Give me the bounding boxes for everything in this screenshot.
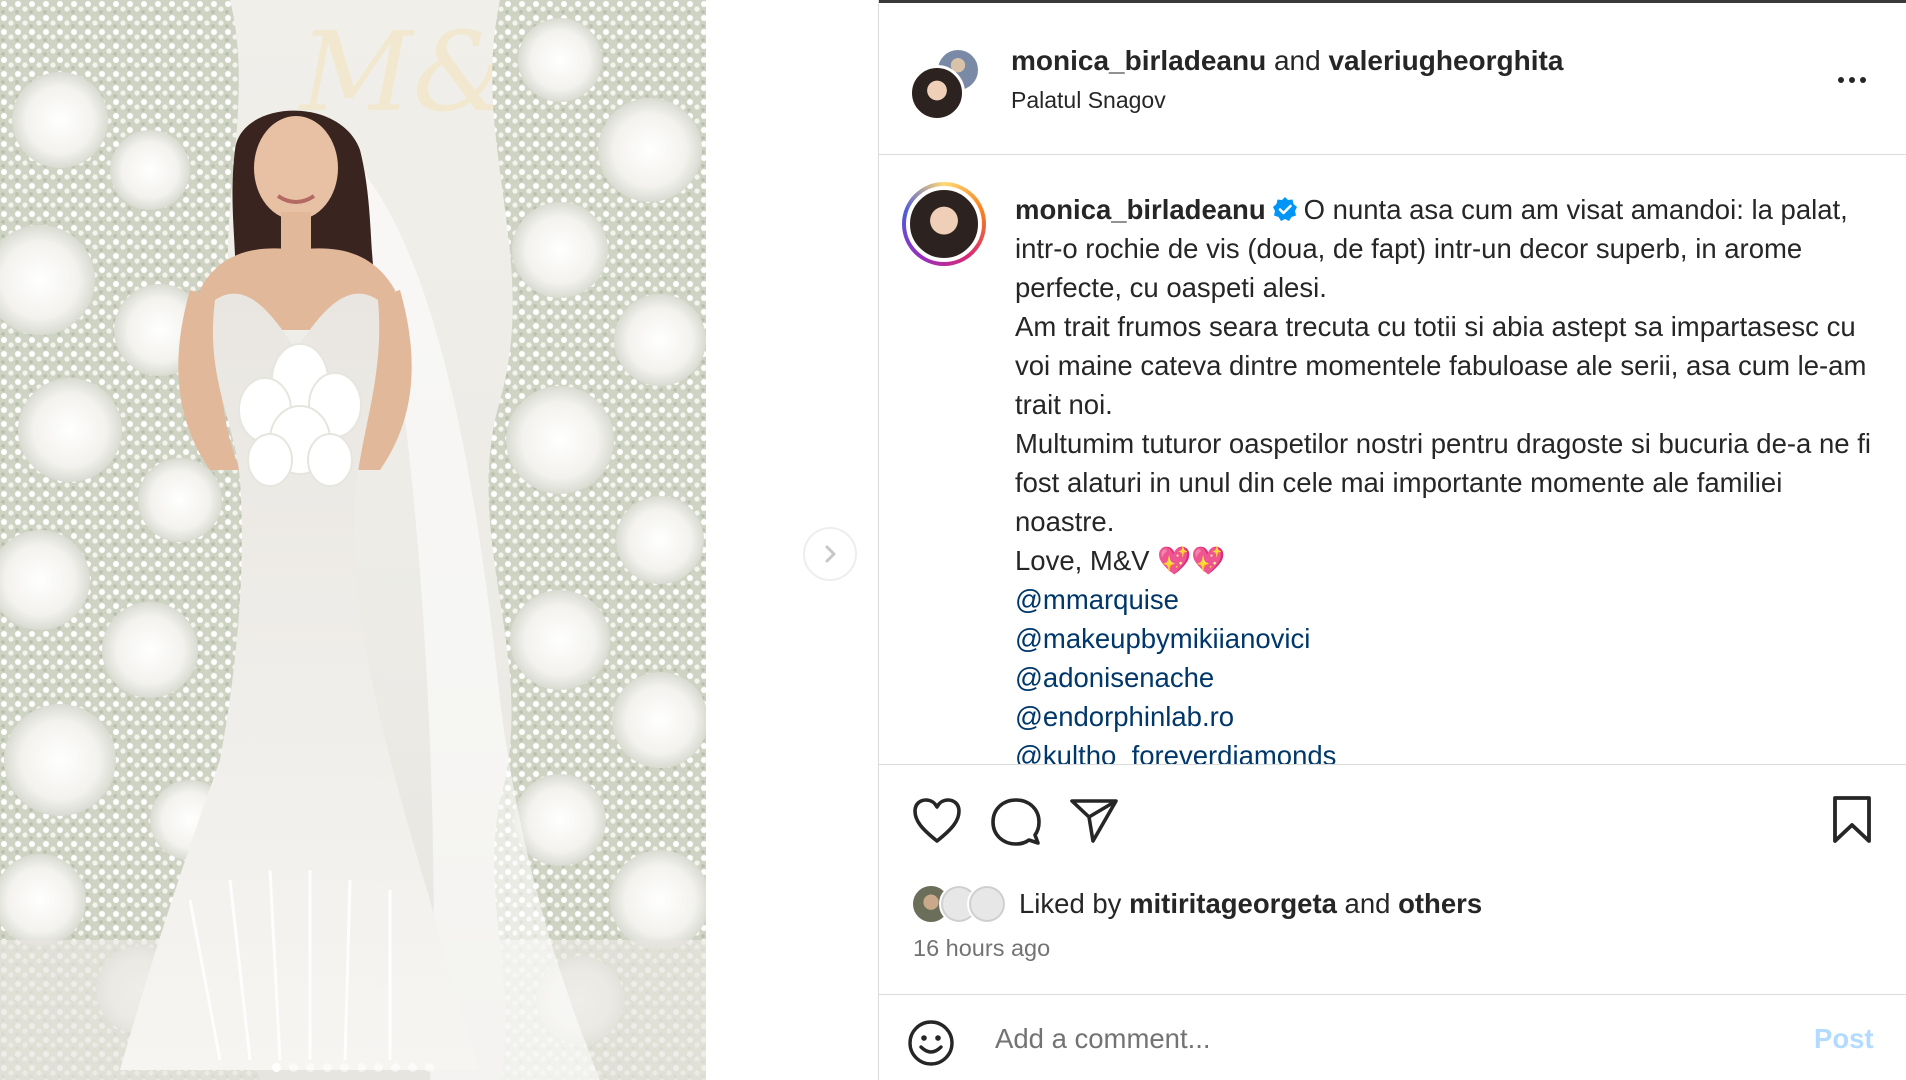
likes-prefix: Liked by — [1019, 888, 1122, 919]
like-heart-icon — [913, 798, 961, 843]
post-actions-section: Liked by mitiritageorgeta and others 16 … — [879, 764, 1906, 1080]
instagram-post-modal: M&V monica_birladeanu and valeriugheorgh… — [0, 0, 1906, 1080]
likes-joiner: and — [1344, 888, 1391, 919]
mention-link[interactable]: @makeupbymikiianovici — [1015, 619, 1875, 658]
carousel-dot — [408, 1063, 417, 1072]
caption-author-avatar[interactable] — [902, 182, 986, 266]
caption-paragraph: Multumim tuturor oaspetilor nostri pentr… — [1015, 428, 1871, 537]
add-comment-row: Post — [879, 994, 1906, 1080]
post-side-panel: monica_birladeanu and valeriugheorghita … — [878, 0, 1906, 1080]
post-comment-button[interactable]: Post — [1814, 1023, 1874, 1055]
caption-author-username[interactable]: monica_birladeanu — [1015, 194, 1266, 225]
caption-scroll-area[interactable]: monica_birladeanu O nunta asa cum am vis… — [879, 156, 1906, 764]
next-slide-button[interactable] — [803, 527, 857, 581]
like-button[interactable] — [912, 797, 962, 850]
liker-username-link[interactable]: mitiritageorgeta — [1129, 888, 1337, 919]
verified-badge-icon — [1272, 197, 1297, 221]
emoji-icon — [908, 1020, 954, 1066]
post-timestamp[interactable]: 16 hours ago — [913, 935, 1050, 962]
carousel-dot — [425, 1063, 434, 1072]
more-icon — [1838, 77, 1844, 83]
mention-link[interactable]: @mmarquise — [1015, 580, 1875, 619]
carousel-dot — [323, 1063, 332, 1072]
mention-link[interactable]: @endorphinlab.ro — [1015, 697, 1875, 736]
caption-first-paragraph: monica_birladeanu O nunta asa cum am vis… — [1015, 190, 1875, 307]
comment-button[interactable] — [991, 797, 1041, 852]
share-icon — [1070, 799, 1118, 843]
collaborator-username-link[interactable]: valeriugheorghita — [1328, 45, 1563, 76]
comment-input[interactable] — [995, 1023, 1755, 1055]
mention-link[interactable]: @kultho_foreverdiamonds — [1015, 736, 1875, 764]
post-caption: monica_birladeanu O nunta asa cum am vis… — [1015, 190, 1875, 764]
location-link[interactable]: Palatul Snagov — [1011, 87, 1166, 114]
emoji-button[interactable] — [907, 1019, 955, 1072]
likes-text: Liked by mitiritageorgeta and others — [1019, 888, 1482, 920]
comment-icon — [991, 798, 1041, 846]
carousel-dot — [306, 1063, 315, 1072]
carousel-dot — [391, 1063, 400, 1072]
carousel-dot — [357, 1063, 366, 1072]
post-photo[interactable]: M&V — [0, 0, 706, 1080]
share-button[interactable] — [1069, 797, 1119, 850]
carousel-dot — [340, 1063, 349, 1072]
liker-avatar[interactable] — [967, 884, 1007, 924]
header-usernames: monica_birladeanu and valeriugheorghita — [1011, 45, 1563, 77]
save-button[interactable] — [1830, 795, 1874, 850]
author-avatar[interactable] — [909, 65, 965, 121]
chevron-right-icon — [825, 545, 836, 563]
carousel-dot — [374, 1063, 383, 1072]
author-username-link[interactable]: monica_birladeanu — [1011, 45, 1266, 76]
wedding-photo-illustration: M&V — [0, 0, 706, 1080]
save-bookmark-icon — [1833, 796, 1871, 843]
caption-signoff: Love, M&V 💖💖 — [1015, 545, 1226, 576]
more-options-button[interactable] — [1827, 65, 1877, 95]
more-icon — [1860, 77, 1866, 83]
caption-paragraph: Am trait frumos seara trecuta cu totii s… — [1015, 311, 1867, 420]
header-joiner: and — [1273, 45, 1321, 76]
more-icon — [1849, 77, 1855, 83]
post-header: monica_birladeanu and valeriugheorghita … — [879, 3, 1906, 155]
carousel-dot — [272, 1063, 281, 1072]
avatar-image — [906, 186, 982, 262]
likes-summary: Liked by mitiritageorgeta and others — [911, 883, 1482, 925]
media-viewer: M&V — [0, 0, 878, 1080]
mention-link[interactable]: @adonisenache — [1015, 658, 1875, 697]
likes-others-link[interactable]: others — [1398, 888, 1482, 919]
carousel-dot — [289, 1063, 298, 1072]
collab-avatars[interactable] — [909, 45, 989, 125]
carousel-dots — [0, 1063, 706, 1072]
